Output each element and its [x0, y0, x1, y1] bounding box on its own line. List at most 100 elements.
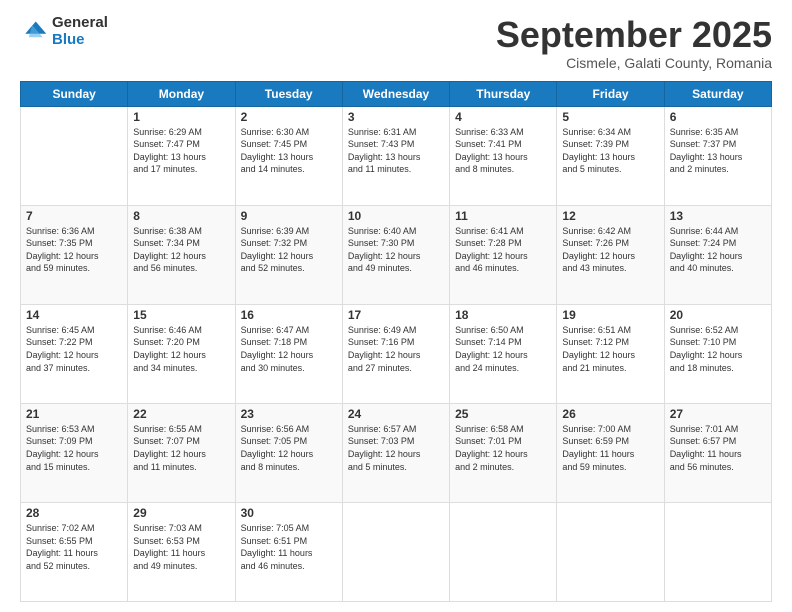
table-row: 3 Sunrise: 6:31 AMSunset: 7:43 PMDaylight…	[342, 106, 449, 205]
day-number: 27	[670, 407, 766, 421]
table-row: 21 Sunrise: 6:53 AMSunset: 7:09 PMDayligh…	[21, 403, 128, 502]
logo-text: General Blue	[52, 15, 108, 48]
daylight-hours: Sunrise: 6:41 AMSunset: 7:28 PMDaylight:…	[455, 225, 551, 275]
week-row-5: 28 Sunrise: 7:02 AMSunset: 6:55 PMDayligh…	[21, 502, 772, 601]
table-row: 16 Sunrise: 6:47 AMSunset: 7:18 PMDayligh…	[235, 304, 342, 403]
daylight-hours: Sunrise: 6:50 AMSunset: 7:14 PMDaylight:…	[455, 324, 551, 374]
header: General Blue September 2025 Cismele, Gal…	[20, 15, 772, 71]
table-row: 24Sunrise: 6:57 AMSunset: 7:03 PMDayligh…	[342, 403, 449, 502]
daylight-hours: Sunrise: 7:00 AMSunset: 6:59 PMDaylight:…	[562, 423, 658, 473]
table-row	[557, 502, 664, 601]
table-row: 14 Sunrise: 6:45 AMSunset: 7:22 PMDayligh…	[21, 304, 128, 403]
table-row: 17 Sunrise: 6:49 AMSunset: 7:16 PMDayligh…	[342, 304, 449, 403]
daylight-hours: Sunrise: 6:53 AMSunset: 7:09 PMDaylight:…	[26, 423, 122, 473]
day-number: 21	[26, 407, 122, 421]
title-block: September 2025 Cismele, Galati County, R…	[496, 15, 772, 71]
page: General Blue September 2025 Cismele, Gal…	[0, 0, 792, 612]
table-row: 2 Sunrise: 6:30 AMSunset: 7:45 PMDaylight…	[235, 106, 342, 205]
table-row: 19 Sunrise: 6:51 AMSunset: 7:12 PMDayligh…	[557, 304, 664, 403]
day-number: 6	[670, 110, 766, 124]
table-row: 30 Sunrise: 7:05 AMSunset: 6:51 PMDayligh…	[235, 502, 342, 601]
table-row: 8Sunrise: 6:38 AMSunset: 7:34 PMDaylight…	[128, 205, 235, 304]
col-monday: Monday	[128, 81, 235, 106]
day-number: 25	[455, 407, 551, 421]
day-number: 9	[241, 209, 337, 223]
table-row: 23Sunrise: 6:56 AMSunset: 7:05 PMDayligh…	[235, 403, 342, 502]
col-thursday: Thursday	[450, 81, 557, 106]
table-row: 9 Sunrise: 6:39 AMSunset: 7:32 PMDaylight…	[235, 205, 342, 304]
day-number: 29	[133, 506, 229, 520]
location-subtitle: Cismele, Galati County, Romania	[496, 55, 772, 71]
day-number: 8	[133, 209, 229, 223]
week-row-1: 1Sunrise: 6:29 AMSunset: 7:47 PMDaylight…	[21, 106, 772, 205]
day-number: 26	[562, 407, 658, 421]
daylight-hours: Sunrise: 7:02 AMSunset: 6:55 PMDaylight:…	[26, 522, 122, 572]
daylight-hours: Sunrise: 7:05 AMSunset: 6:51 PMDaylight:…	[241, 522, 337, 572]
daylight-hours: Sunrise: 6:56 AMSunset: 7:05 PMDaylight:…	[241, 423, 337, 473]
daylight-hours: Sunrise: 6:33 AMSunset: 7:41 PMDaylight:…	[455, 126, 551, 176]
day-number: 19	[562, 308, 658, 322]
calendar-header-row: Sunday Monday Tuesday Wednesday Thursday…	[21, 81, 772, 106]
day-number: 10	[348, 209, 444, 223]
day-number: 14	[26, 308, 122, 322]
logo-blue-text: Blue	[52, 32, 108, 49]
col-tuesday: Tuesday	[235, 81, 342, 106]
day-number: 1	[133, 110, 229, 124]
table-row: 6 Sunrise: 6:35 AMSunset: 7:37 PMDaylight…	[664, 106, 771, 205]
table-row: 11 Sunrise: 6:41 AMSunset: 7:28 PMDayligh…	[450, 205, 557, 304]
day-number: 16	[241, 308, 337, 322]
daylight-hours: Sunrise: 6:55 AMSunset: 7:07 PMDaylight:…	[133, 423, 229, 473]
table-row	[664, 502, 771, 601]
daylight-hours: Sunrise: 7:01 AMSunset: 6:57 PMDaylight:…	[670, 423, 766, 473]
daylight-hours: Sunrise: 6:47 AMSunset: 7:18 PMDaylight:…	[241, 324, 337, 374]
day-number: 11	[455, 209, 551, 223]
table-row: 18Sunrise: 6:50 AMSunset: 7:14 PMDayligh…	[450, 304, 557, 403]
day-number: 28	[26, 506, 122, 520]
daylight-hours: Sunrise: 6:57 AMSunset: 7:03 PMDaylight:…	[348, 423, 444, 473]
week-row-3: 14 Sunrise: 6:45 AMSunset: 7:22 PMDayligh…	[21, 304, 772, 403]
day-number: 30	[241, 506, 337, 520]
calendar-table: Sunday Monday Tuesday Wednesday Thursday…	[20, 81, 772, 602]
table-row: 13 Sunrise: 6:44 AMSunset: 7:24 PMDayligh…	[664, 205, 771, 304]
table-row: 29Sunrise: 7:03 AMSunset: 6:53 PMDayligh…	[128, 502, 235, 601]
daylight-hours: Sunrise: 6:39 AMSunset: 7:32 PMDaylight:…	[241, 225, 337, 275]
col-saturday: Saturday	[664, 81, 771, 106]
day-number: 17	[348, 308, 444, 322]
daylight-hours: Sunrise: 6:31 AMSunset: 7:43 PMDaylight:…	[348, 126, 444, 176]
col-sunday: Sunday	[21, 81, 128, 106]
col-friday: Friday	[557, 81, 664, 106]
day-number: 7	[26, 209, 122, 223]
day-number: 12	[562, 209, 658, 223]
daylight-hours: Sunrise: 6:30 AMSunset: 7:45 PMDaylight:…	[241, 126, 337, 176]
day-number: 13	[670, 209, 766, 223]
daylight-hours: Sunrise: 6:52 AMSunset: 7:10 PMDaylight:…	[670, 324, 766, 374]
table-row: 15Sunrise: 6:46 AMSunset: 7:20 PMDayligh…	[128, 304, 235, 403]
table-row: 12 Sunrise: 6:42 AMSunset: 7:26 PMDayligh…	[557, 205, 664, 304]
daylight-hours: Sunrise: 6:34 AMSunset: 7:39 PMDaylight:…	[562, 126, 658, 176]
table-row	[450, 502, 557, 601]
day-number: 22	[133, 407, 229, 421]
day-number: 3	[348, 110, 444, 124]
table-row: 1Sunrise: 6:29 AMSunset: 7:47 PMDaylight…	[128, 106, 235, 205]
daylight-hours: Sunrise: 6:45 AMSunset: 7:22 PMDaylight:…	[26, 324, 122, 374]
month-title: September 2025	[496, 15, 772, 55]
daylight-hours: Sunrise: 6:42 AMSunset: 7:26 PMDaylight:…	[562, 225, 658, 275]
logo-general-text: General	[52, 15, 108, 32]
daylight-hours: Sunrise: 6:40 AMSunset: 7:30 PMDaylight:…	[348, 225, 444, 275]
day-number: 5	[562, 110, 658, 124]
table-row: 20 Sunrise: 6:52 AMSunset: 7:10 PMDayligh…	[664, 304, 771, 403]
table-row: 22 Sunrise: 6:55 AMSunset: 7:07 PMDayligh…	[128, 403, 235, 502]
daylight-hours: Sunrise: 6:46 AMSunset: 7:20 PMDaylight:…	[133, 324, 229, 374]
daylight-hours: Sunrise: 6:49 AMSunset: 7:16 PMDaylight:…	[348, 324, 444, 374]
table-row: 7 Sunrise: 6:36 AMSunset: 7:35 PMDaylight…	[21, 205, 128, 304]
day-number: 4	[455, 110, 551, 124]
daylight-hours: Sunrise: 6:58 AMSunset: 7:01 PMDaylight:…	[455, 423, 551, 473]
logo: General Blue	[20, 15, 108, 48]
day-number: 2	[241, 110, 337, 124]
col-wednesday: Wednesday	[342, 81, 449, 106]
daylight-hours: Sunrise: 6:44 AMSunset: 7:24 PMDaylight:…	[670, 225, 766, 275]
daylight-hours: Sunrise: 6:51 AMSunset: 7:12 PMDaylight:…	[562, 324, 658, 374]
daylight-hours: Sunrise: 6:35 AMSunset: 7:37 PMDaylight:…	[670, 126, 766, 176]
day-number: 20	[670, 308, 766, 322]
daylight-hours: Sunrise: 6:36 AMSunset: 7:35 PMDaylight:…	[26, 225, 122, 275]
